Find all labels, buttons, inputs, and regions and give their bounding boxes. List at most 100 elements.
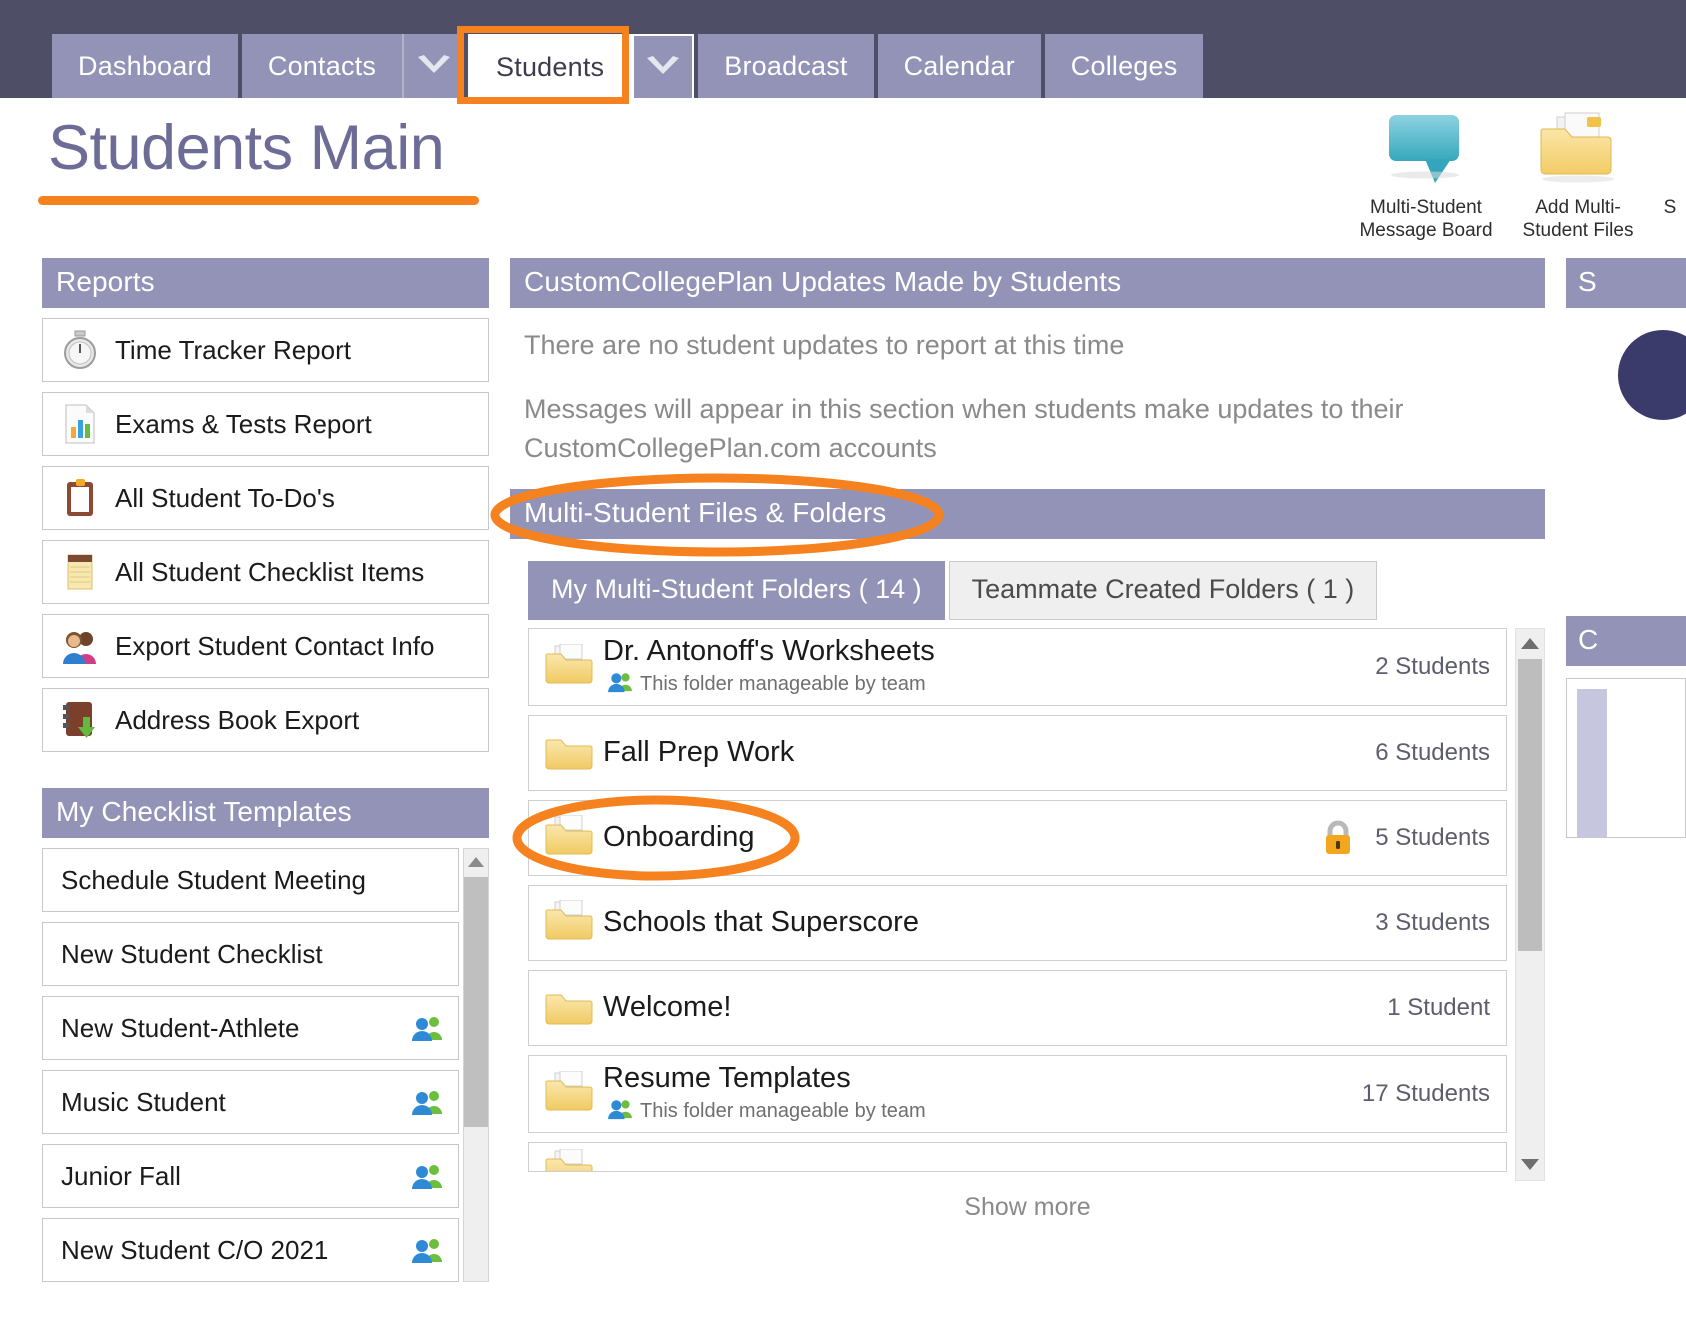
nav-tab-contacts[interactable]: Contacts	[241, 34, 403, 98]
folder-subtext: This folder manageable by team	[640, 673, 926, 696]
template-label: Junior Fall	[61, 1160, 181, 1191]
clipboard-icon	[57, 477, 103, 519]
files-panel: Multi-Student Files & Folders My Multi-S…	[490, 473, 1545, 1222]
stopwatch-icon	[57, 330, 103, 370]
team-people-icon	[410, 1236, 444, 1264]
chevron-down-icon[interactable]	[632, 34, 695, 98]
updates-hint-message: Messages will appear in this section whe…	[524, 394, 1404, 463]
folder-row[interactable]: Resume Templates This folder manageable …	[528, 1054, 1507, 1133]
template-item[interactable]: Junior Fall	[42, 1144, 459, 1208]
folder-name: Resume Templates	[603, 1061, 851, 1094]
right-panel-avatar-clipped	[1618, 330, 1686, 420]
folder-row[interactable]: Welcome! 1 Student	[528, 969, 1507, 1046]
folder-student-count: 6 Students	[1375, 738, 1490, 766]
right-panel-title-clipped-2: C	[1566, 616, 1686, 666]
updates-empty-message: There are no student updates to report a…	[524, 330, 1125, 360]
report-item-exams-tests[interactable]: Exams & Tests Report	[42, 392, 489, 456]
template-item[interactable]: Music Student	[42, 1070, 459, 1134]
template-item[interactable]: New Student C/O 2021	[42, 1218, 459, 1282]
template-label: Music Student	[61, 1086, 226, 1117]
folder-name: Dr. Antonoff's Worksheets	[603, 634, 935, 667]
report-item-time-tracker[interactable]: Time Tracker Report	[42, 318, 489, 382]
main-navigation: Dashboard Contacts Students Broadcast Ca…	[0, 0, 1686, 104]
action-label-line2: Message Board	[1359, 220, 1493, 242]
folder-subtext: This folder manageable by team	[640, 1100, 926, 1123]
add-multi-student-files-button[interactable]: Add Multi- Student Files	[1502, 106, 1654, 242]
nav-group-contacts: Contacts	[241, 34, 465, 98]
templates-scroll-thumb[interactable]	[464, 877, 488, 1127]
chevron-down-icon[interactable]	[402, 34, 465, 98]
tab-my-multi-student-folders[interactable]: My Multi-Student Folders ( 14 )	[528, 560, 945, 620]
scroll-down-arrow-icon[interactable]	[1516, 1150, 1544, 1180]
folder-body: Schools that Superscore	[603, 906, 1375, 939]
templates-list: Schedule Student Meeting New Student Che…	[42, 838, 459, 1282]
page-body: Reports Time Tracker Report Exams & Test…	[0, 258, 1686, 1282]
folder-icon	[543, 730, 603, 776]
report-item-label: Time Tracker Report	[115, 334, 351, 365]
folder-list: Dr. Antonoff's Worksheets This folder ma…	[512, 627, 1507, 1181]
folder-icon	[543, 1148, 603, 1171]
bar-chart-document-icon	[57, 403, 103, 445]
folder-scroll-thumb[interactable]	[1518, 658, 1542, 951]
folder-row[interactable]: Dr. Antonoff's Worksheets This folder ma…	[528, 627, 1507, 706]
clipped-icon	[1654, 106, 1686, 190]
right-panel-title-clipped: S	[1566, 258, 1686, 308]
folder-row[interactable]: Onboarding 5 Students	[512, 795, 1507, 881]
action-label-line2: Student Files	[1522, 220, 1634, 242]
folder-tabs: My Multi-Student Folders ( 14 ) Teammate…	[510, 539, 1545, 620]
folder-student-count: 5 Students	[1375, 823, 1490, 851]
updates-panel-title: CustomCollegePlan Updates Made by Studen…	[510, 258, 1545, 308]
folder-icon	[543, 814, 603, 861]
nav-tab-calendar[interactable]: Calendar	[877, 34, 1041, 98]
header-actions: Multi-Student Message Board Add Multi- S…	[1350, 106, 1686, 242]
folder-student-count: 1 Student	[1387, 993, 1490, 1021]
folder-row[interactable]: Schools that Superscore 3 Students	[528, 884, 1507, 961]
reports-panel-title: Reports	[42, 258, 489, 308]
folder-body: Resume Templates This folder manageable …	[603, 1062, 1362, 1126]
templates-scrollbar[interactable]	[463, 848, 489, 1282]
nav-tab-colleges[interactable]: Colleges	[1044, 34, 1204, 98]
template-item[interactable]: Schedule Student Meeting	[42, 848, 459, 912]
folder-name: Onboarding	[603, 821, 755, 854]
report-item-label: Exams & Tests Report	[115, 408, 372, 439]
speech-bubble-icon	[1350, 106, 1502, 190]
multi-student-message-board-button[interactable]: Multi-Student Message Board	[1350, 106, 1502, 242]
show-more-button[interactable]: Show more	[510, 1181, 1545, 1222]
folder-name: Schools that Superscore	[603, 906, 919, 939]
folder-subtext-row: This folder manageable by team	[603, 671, 1375, 699]
notepad-icon	[57, 551, 103, 593]
sidebar: Reports Time Tracker Report Exams & Test…	[42, 258, 489, 1282]
folder-student-count: 2 Students	[1375, 652, 1490, 680]
nav-tab-broadcast[interactable]: Broadcast	[698, 34, 874, 98]
files-panel-title: Multi-Student Files & Folders	[510, 488, 1545, 539]
scroll-up-arrow-icon[interactable]	[464, 849, 488, 875]
report-item-export-contact-info[interactable]: Export Student Contact Info	[42, 614, 489, 678]
tab-teammate-created-folders[interactable]: Teammate Created Folders ( 1 )	[948, 560, 1378, 620]
add-folder-icon	[1502, 106, 1654, 190]
action-label-line1: S	[1663, 197, 1677, 218]
reports-list: Time Tracker Report Exams & Tests Report	[42, 318, 489, 752]
folder-icon	[543, 643, 603, 690]
template-item[interactable]: New Student-Athlete	[42, 996, 459, 1060]
template-item[interactable]: New Student Checklist	[42, 922, 459, 986]
folder-scrollbar[interactable]	[1515, 627, 1545, 1181]
report-item-all-student-checklist[interactable]: All Student Checklist Items	[42, 540, 489, 604]
right-panel-box-clipped	[1566, 678, 1686, 838]
scroll-up-arrow-icon[interactable]	[1516, 629, 1544, 659]
clipped-header-action[interactable]: S	[1654, 106, 1686, 219]
nav-tab-dashboard[interactable]: Dashboard	[52, 34, 238, 98]
templates-list-wrap: Schedule Student Meeting New Student Che…	[42, 838, 489, 1282]
report-item-all-student-todos[interactable]: All Student To-Do's	[42, 466, 489, 530]
folder-body: Dr. Antonoff's Worksheets This folder ma…	[603, 635, 1375, 699]
nav-tab-students[interactable]: Students	[468, 34, 633, 98]
folder-student-count: 3 Students	[1375, 908, 1490, 936]
folder-icon	[543, 899, 603, 946]
page-header: Students Main Multi-Student Message Boar…	[0, 98, 1686, 258]
folder-row[interactable]: Fall Prep Work 6 Students	[528, 714, 1507, 791]
action-label-line1: Multi-Student	[1370, 197, 1482, 218]
nav-group-students: Students	[468, 34, 695, 98]
folder-name: Fall Prep Work	[603, 736, 795, 769]
folder-body: Onboarding	[603, 821, 1321, 854]
folder-row-clipped[interactable]	[528, 1141, 1507, 1172]
report-item-address-book-export[interactable]: Address Book Export	[42, 688, 489, 752]
